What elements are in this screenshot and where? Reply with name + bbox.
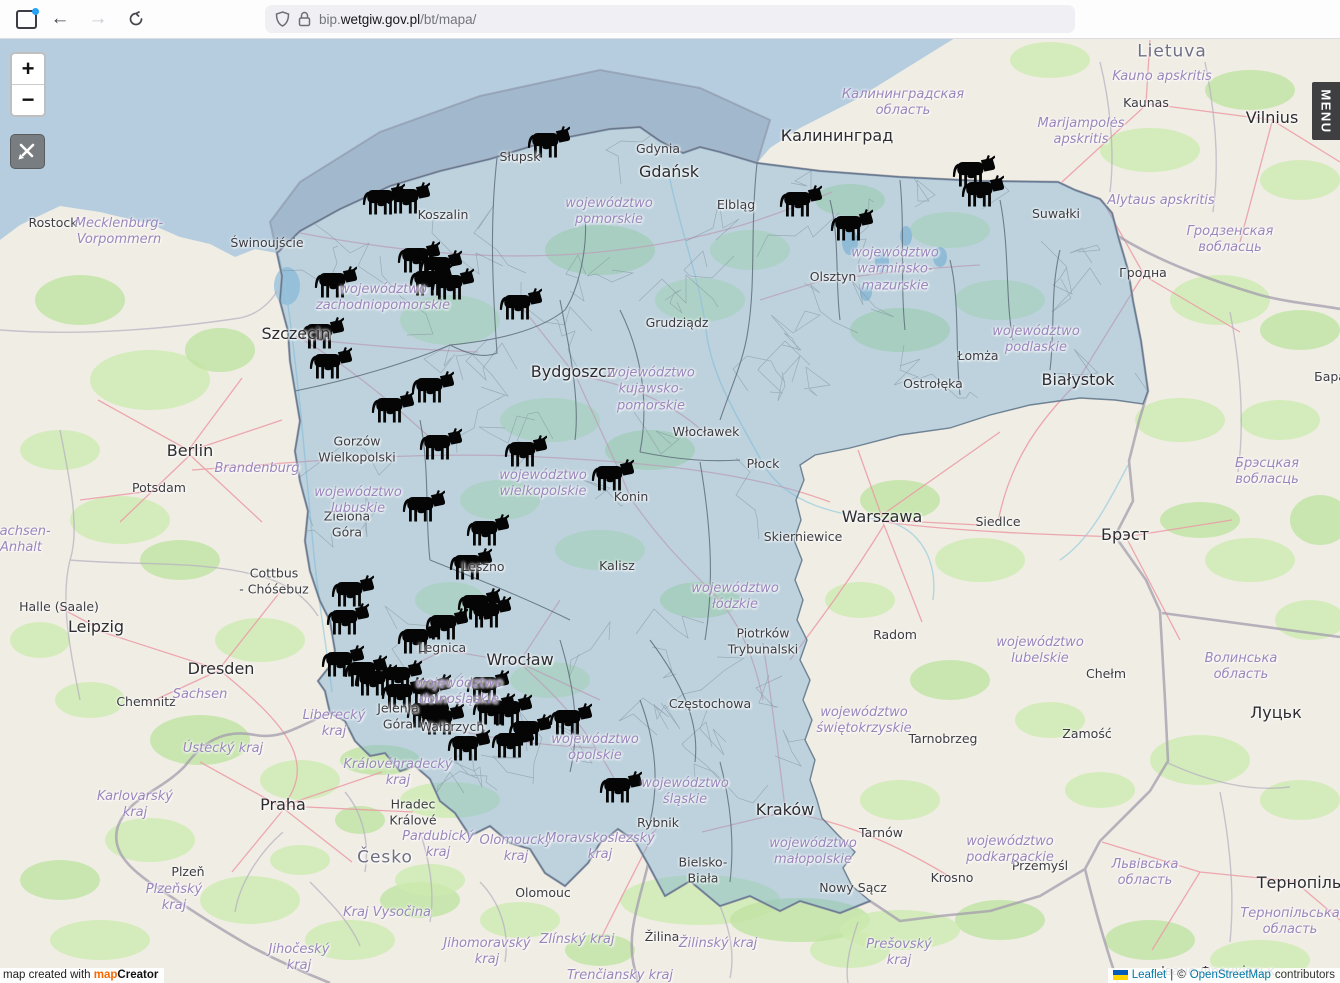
map-creator-attribution: map created with mapCreator: [0, 968, 164, 983]
mapcreator-brand-map: map: [94, 969, 118, 981]
attribution-separator: |: [1170, 969, 1173, 981]
reload-icon: [128, 11, 144, 27]
url-prefix: bip.: [319, 12, 341, 27]
attribution-suffix: contributors: [1275, 969, 1335, 981]
notification-dot: [32, 8, 39, 15]
map-canvas[interactable]: RostockMecklenburg- VorpommernŚwinoujści…: [0, 38, 1340, 983]
menu-tab[interactable]: MENU: [1312, 82, 1340, 140]
openstreetmap-link[interactable]: OpenStreetMap: [1190, 969, 1271, 981]
browser-toolbar: ← → bip.wetgiw.gov.pl/bt/mapa/: [0, 0, 1340, 39]
ukraine-flag-icon: [1113, 970, 1128, 980]
url-path: /bt/mapa/: [420, 12, 476, 27]
crossed-pencil-ruler-icon: [17, 141, 38, 162]
url-text: bip.wetgiw.gov.pl/bt/mapa/: [319, 12, 476, 27]
map-basemap: [0, 38, 1340, 983]
zoom-in-button[interactable]: +: [12, 54, 44, 84]
url-bar[interactable]: bip.wetgiw.gov.pl/bt/mapa/: [265, 5, 1075, 33]
lock-icon: [298, 11, 311, 27]
leaflet-attribution: Leaflet | © OpenStreetMap contributors: [1108, 968, 1340, 983]
back-button[interactable]: ←: [45, 4, 75, 34]
browser-tab-icon[interactable]: [16, 10, 37, 29]
forward-button[interactable]: →: [83, 4, 113, 34]
menu-label: MENU: [1319, 89, 1334, 133]
url-domain: wetgiw.gov.pl: [341, 12, 420, 27]
reload-button[interactable]: [121, 4, 151, 34]
draw-tool-button[interactable]: [10, 134, 45, 169]
zoom-control: + −: [10, 52, 46, 117]
mapcreator-brand-creator: Creator: [117, 969, 158, 981]
zoom-out-button[interactable]: −: [12, 84, 44, 115]
attribution-prefix: map created with: [3, 969, 94, 981]
leaflet-link[interactable]: Leaflet: [1132, 969, 1167, 981]
shield-icon: [275, 11, 290, 27]
copyright-symbol: ©: [1177, 969, 1185, 981]
